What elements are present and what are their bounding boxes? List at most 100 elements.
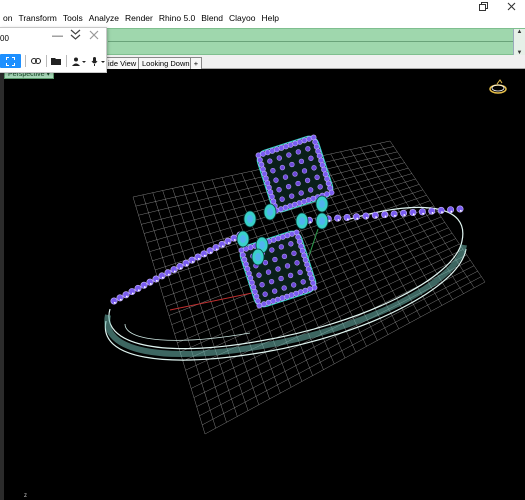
- gem-stone: [134, 284, 142, 292]
- gem-stone: [437, 206, 445, 214]
- gem-stone: [456, 205, 464, 213]
- menu-item-render[interactable]: Render: [122, 13, 156, 23]
- prong: [384, 215, 387, 218]
- prong: [143, 286, 146, 288]
- gumball-icon[interactable]: [489, 79, 507, 94]
- restore-icon[interactable]: [469, 0, 497, 12]
- dialog-title: 00: [0, 34, 9, 43]
- menu-item-blend[interactable]: Blend: [198, 13, 226, 23]
- perspective-viewport[interactable]: Perspective ▾ z: [0, 69, 525, 500]
- prong: [179, 267, 182, 270]
- menu-item-analyze[interactable]: Analyze: [86, 13, 122, 23]
- menu-items: on Transform Tools Analyze Render Rhino …: [0, 13, 282, 23]
- gem-stone: [182, 259, 190, 267]
- prong: [149, 283, 152, 285]
- pear-stone-core: [267, 208, 273, 216]
- gem-stone: [122, 291, 130, 299]
- prong: [209, 251, 212, 254]
- tab-side-view[interactable]: ide View: [104, 57, 141, 69]
- gem-stone: [352, 213, 360, 221]
- grid-line: [350, 149, 443, 306]
- double-chevron-down-icon[interactable]: [70, 29, 81, 44]
- prong: [346, 218, 349, 221]
- prong: [197, 257, 200, 260]
- pear-stone-core: [299, 217, 305, 225]
- prong: [394, 214, 396, 217]
- prong: [422, 212, 425, 215]
- close-icon[interactable]: [497, 0, 525, 12]
- menu-item-tools[interactable]: Tools: [60, 13, 86, 23]
- prong: [161, 276, 164, 279]
- prong: [412, 213, 415, 216]
- scroll-up-icon[interactable]: ▲: [517, 29, 523, 35]
- menu-item-clayoo[interactable]: Clayoo: [226, 13, 258, 23]
- prong: [375, 216, 377, 219]
- gem-stone: [334, 214, 342, 222]
- folder-icon[interactable]: [51, 54, 63, 68]
- gem-stone: [371, 211, 379, 219]
- fullscreen-icon[interactable]: [0, 54, 22, 68]
- pear-stone-core: [240, 235, 246, 243]
- pear-stone-core: [319, 217, 325, 225]
- command-scrollbar[interactable]: ▲ ▼: [513, 29, 525, 56]
- prong: [137, 289, 140, 292]
- prong: [155, 279, 158, 282]
- grid-line: [188, 249, 464, 380]
- gem-stone: [224, 237, 232, 245]
- prong: [337, 219, 340, 221]
- gem-stone: [409, 209, 417, 217]
- gem-stone: [116, 294, 124, 302]
- prong: [459, 209, 462, 212]
- gem-stone: [362, 212, 370, 220]
- microphone-icon[interactable]: [91, 54, 106, 68]
- prong: [356, 217, 359, 220]
- tab-looking-down[interactable]: Looking Down: [138, 57, 194, 69]
- prong: [227, 242, 230, 244]
- gem-stone: [230, 234, 238, 242]
- prong: [191, 261, 194, 263]
- prong: [215, 248, 218, 251]
- bangle-model: [104, 134, 467, 361]
- prong: [203, 254, 206, 257]
- gem-stone: [164, 269, 172, 277]
- prong: [450, 210, 453, 213]
- add-tab-button[interactable]: +: [190, 57, 202, 69]
- gem-stone: [176, 262, 184, 270]
- command-divider: [108, 41, 513, 42]
- prong: [125, 295, 128, 298]
- dialog-close-icon[interactable]: [89, 30, 99, 43]
- prong: [441, 211, 443, 214]
- pear-stone-core: [319, 200, 325, 208]
- gem-stone: [152, 275, 160, 283]
- grid-line: [191, 254, 467, 389]
- prong: [131, 292, 134, 295]
- gem-stone: [140, 281, 148, 289]
- person-icon[interactable]: [71, 54, 86, 68]
- gem-stone: [188, 256, 196, 264]
- axis-indicator: z: [24, 493, 27, 499]
- toolbar-separator: [66, 55, 68, 67]
- menu-item-view[interactable]: on: [0, 13, 15, 23]
- gem-stone: [418, 208, 426, 216]
- prong: [119, 298, 122, 301]
- pear-stone-core: [255, 253, 261, 261]
- prong: [173, 270, 176, 273]
- gem-stone: [390, 210, 398, 218]
- gem-stone: [128, 288, 136, 296]
- menu-item-transform[interactable]: Transform: [15, 13, 59, 23]
- prong: [365, 216, 368, 219]
- menu-bar: on Transform Tools Analyze Render Rhino …: [0, 0, 525, 28]
- link-icon[interactable]: [30, 54, 42, 68]
- minimize-icon[interactable]: —: [52, 30, 63, 42]
- gem-stone: [110, 297, 118, 305]
- gem-stone: [343, 213, 351, 221]
- menu-item-help[interactable]: Help: [258, 13, 281, 23]
- gem-stone: [218, 240, 226, 248]
- viewport-scene[interactable]: [0, 69, 525, 500]
- gem-stone: [400, 209, 408, 217]
- prong: [167, 273, 170, 276]
- gem-stone: [146, 278, 154, 286]
- prong: [113, 301, 116, 304]
- gem-stone: [212, 244, 220, 252]
- menu-item-rhino[interactable]: Rhino 5.0: [156, 13, 198, 23]
